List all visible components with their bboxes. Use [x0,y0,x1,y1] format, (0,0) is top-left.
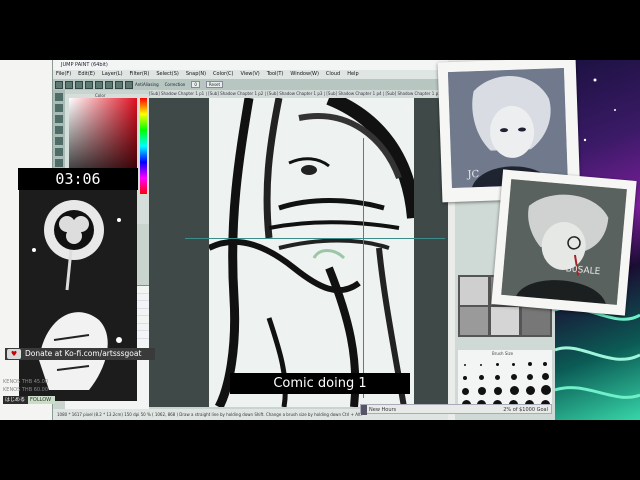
brush-size-panel[interactable]: Brush Size [458,350,552,410]
eraser-tool-icon[interactable] [55,104,63,112]
follow-left-label: はじめる [3,396,29,404]
donate-banner[interactable]: ♥ Donate at Ko-fi.com/artsssgoat [5,348,155,360]
correction-label: Correction [164,82,186,87]
recent-donations: KENOS THB 45.00 KENOS THB 60.00 [3,378,55,394]
redo-button[interactable] [95,80,103,89]
donation-item: KENOS THB 60.00 [3,387,49,393]
cut-button[interactable] [105,80,113,89]
document-tabs[interactable]: [Sub] Shadow Chapter 1 p1 | [Sub] Shadow… [149,90,448,98]
menu-tool[interactable]: Tool(T) [267,70,284,79]
character-portrait: B0SALE [501,179,627,305]
undo-button[interactable] [85,80,93,89]
menu-edit[interactable]: Edit(E) [78,70,95,79]
copy-button[interactable] [115,80,123,89]
menu-filter[interactable]: Filter(R) [130,70,150,79]
menu-view[interactable]: View(V) [241,70,260,79]
app-title: JUMP PAINT (64bit) [61,62,108,68]
goal-label: New Hours [369,407,397,413]
save-file-button[interactable] [75,80,83,89]
guide-line [185,238,445,239]
sketch-drawing [209,98,414,407]
reset-button[interactable]: Reset [205,81,224,88]
drawing-canvas[interactable] [209,98,414,407]
move-tool-icon[interactable] [55,137,63,145]
menu-window[interactable]: Window(W) [290,70,319,79]
tool-options-bar: AntiAliasing Correction 0 Reset [135,80,445,89]
kofi-cup-icon: ♥ [7,349,21,359]
donate-text: Donate at Ko-fi.com/artsssgoat [25,349,142,358]
menu-layer[interactable]: Layer(L) [102,70,123,79]
hue-slider[interactable] [140,98,147,194]
stream-timer: 03:06 [18,168,138,190]
menu-snap[interactable]: Snap(N) [186,70,206,79]
featured-artwork [19,190,137,401]
canvas-area[interactable] [149,98,448,407]
goal-amount: 2% of $1000 Goal [503,407,548,413]
follow-label[interactable]: FOLLOW [28,396,55,404]
goal-progress-bar: New Hours 2% of $1000 Goal [360,404,552,415]
menu-bar: File(F) Edit(E) Layer(L) Filter(R) Selec… [53,70,448,79]
menu-select[interactable]: Select(S) [156,70,179,79]
paste-button[interactable] [125,80,133,89]
menu-help[interactable]: Help [347,70,358,79]
goal-progress-fill [361,405,367,415]
correction-input[interactable]: 0 [191,81,200,88]
select-tool-icon[interactable] [55,126,63,134]
guide-line [363,138,364,398]
text-tool-icon[interactable] [55,148,63,156]
new-file-button[interactable] [55,80,63,89]
open-file-button[interactable] [65,80,73,89]
fill-tool-icon[interactable] [55,115,63,123]
menu-file[interactable]: File(F) [56,70,71,79]
menu-color[interactable]: Color(C) [213,70,233,79]
brush-size-title: Brush Size [492,351,514,356]
antialiasing-checkbox[interactable]: AntiAliasing [135,82,159,87]
follow-bar[interactable]: はじめる FOLLOW [3,396,55,404]
title-bar: JUMP PAINT (64bit) [53,60,448,70]
stream-frame: JUMP PAINT (64bit) File(F) Edit(E) Layer… [0,60,640,420]
eyedropper-tool-icon[interactable] [55,159,63,167]
donation-item: KENOS THB 45.00 [3,379,49,385]
signature-1: JC [467,169,480,181]
stream-caption: Comic doing 1 [230,373,410,394]
polaroid-portrait-2: B0SALE [491,169,637,316]
pen-tool-icon[interactable] [55,93,63,101]
menu-cloud[interactable]: Cloud [326,70,340,79]
